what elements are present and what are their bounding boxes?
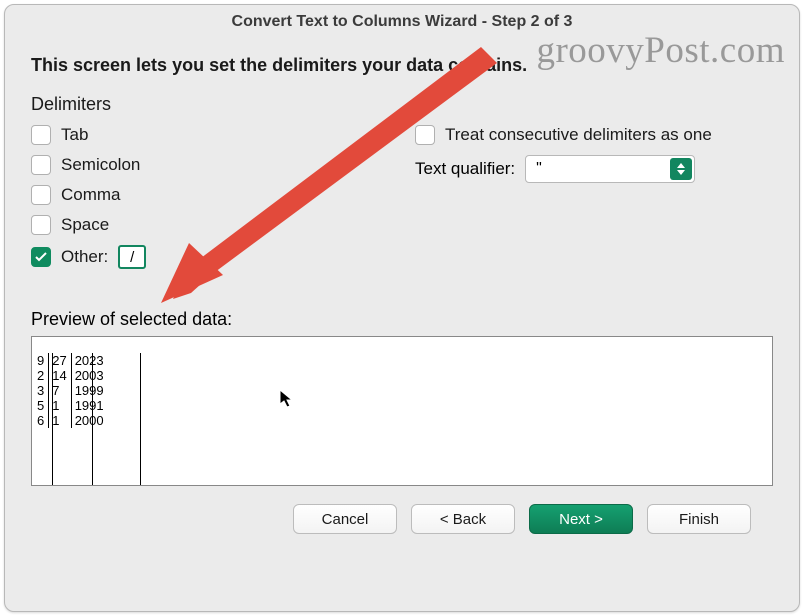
treat-consecutive-label: Treat consecutive delimiters as one: [445, 125, 712, 145]
space-checkbox[interactable]: [31, 215, 51, 235]
intro-text: This screen lets you set the delimiters …: [31, 55, 773, 76]
tab-label: Tab: [61, 125, 88, 145]
text-qualifier-value: ": [536, 160, 542, 178]
semicolon-checkbox[interactable]: [31, 155, 51, 175]
preview-area: 9272023 2142003 371999 511991 612000: [31, 336, 773, 486]
table-row: 371999: [34, 383, 108, 398]
preview-label: Preview of selected data:: [31, 309, 773, 330]
wizard-dialog: Convert Text to Columns Wizard - Step 2 …: [4, 4, 800, 612]
cancel-button[interactable]: Cancel: [293, 504, 397, 534]
text-qualifier-label: Text qualifier:: [415, 159, 515, 179]
other-label: Other:: [61, 247, 108, 267]
back-button[interactable]: < Back: [411, 504, 515, 534]
comma-checkbox[interactable]: [31, 185, 51, 205]
preview-table: 9272023 2142003 371999 511991 612000: [34, 353, 108, 428]
window-title: Convert Text to Columns Wizard - Step 2 …: [5, 5, 799, 41]
delimiters-heading: Delimiters: [31, 94, 773, 115]
comma-label: Comma: [61, 185, 121, 205]
space-label: Space: [61, 215, 109, 235]
table-row: 511991: [34, 398, 108, 413]
tab-checkbox[interactable]: [31, 125, 51, 145]
treat-consecutive-checkbox[interactable]: [415, 125, 435, 145]
other-checkbox[interactable]: [31, 247, 51, 267]
semicolon-label: Semicolon: [61, 155, 140, 175]
finish-button[interactable]: Finish: [647, 504, 751, 534]
next-button[interactable]: Next >: [529, 504, 633, 534]
text-qualifier-select[interactable]: ": [525, 155, 695, 183]
table-row: 612000: [34, 413, 108, 428]
table-row: 9272023: [34, 353, 108, 368]
table-row: 2142003: [34, 368, 108, 383]
chevron-updown-icon: [670, 158, 692, 180]
other-delimiter-input[interactable]: [118, 245, 146, 269]
